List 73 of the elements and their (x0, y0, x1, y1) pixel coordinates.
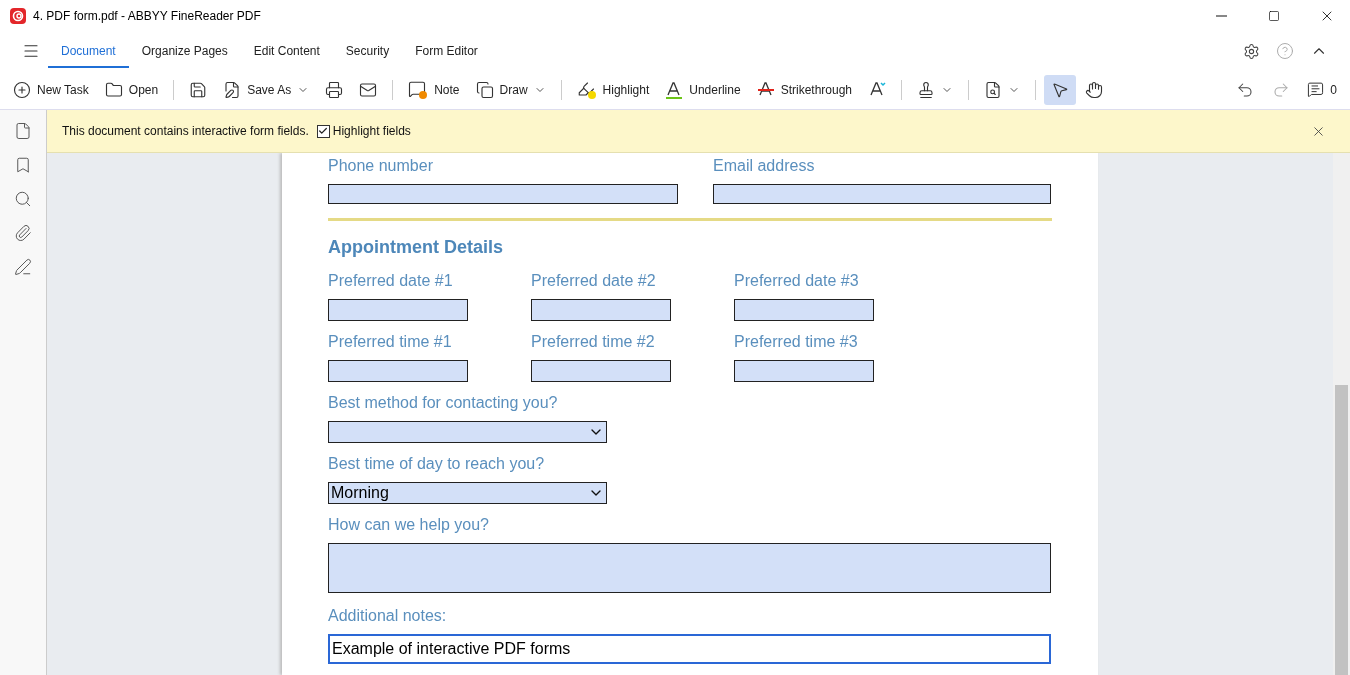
text-area-field[interactable] (328, 543, 1051, 593)
field-label: Preferred time #2 (531, 333, 656, 351)
field-label: Best time of day to reach you? (328, 455, 546, 473)
plus-circle-icon (13, 80, 31, 99)
redo-icon (1272, 80, 1291, 99)
field-label: Phone number (328, 157, 434, 175)
save-as-icon (223, 80, 242, 99)
ribbon-tab[interactable]: Edit Content (240, 34, 333, 68)
open-button[interactable]: Open (97, 74, 166, 105)
time-of-day-dropdown[interactable]: Morning (328, 482, 607, 504)
maximize-icon (1268, 10, 1280, 22)
date-input-field[interactable] (734, 299, 874, 321)
pointer-icon (1051, 80, 1069, 99)
field-label: Best method for contacting you? (328, 394, 559, 412)
ribbon-tab[interactable]: Document (48, 34, 129, 68)
overlapping-shapes-icon (475, 80, 494, 99)
stamp-icon (917, 80, 935, 99)
date-input-field[interactable] (328, 299, 468, 321)
underline-icon (665, 80, 684, 99)
ribbon-tab[interactable]: Security (332, 34, 403, 68)
field-label: Email address (713, 157, 816, 175)
text-input-field[interactable] (713, 184, 1051, 204)
help-icon (1276, 42, 1294, 60)
underline-button[interactable]: Underline (658, 74, 748, 105)
hand-icon (1085, 80, 1103, 99)
paperclip-icon (14, 224, 32, 242)
minimize-icon (1215, 15, 1227, 17)
checkmark-icon (318, 126, 329, 136)
scrollbar[interactable] (1333, 153, 1350, 675)
note-button[interactable]: Note (401, 74, 467, 105)
menu-icon (22, 42, 40, 60)
field-label: Preferred date #3 (734, 272, 860, 290)
comments-button[interactable]: 0 (1300, 74, 1344, 105)
field-label: Preferred date #2 (531, 272, 657, 290)
highlight-fields-checkbox[interactable]: Highlight fields (316, 124, 411, 138)
time-input-field[interactable] (734, 360, 874, 382)
strikethrough-button[interactable]: Strikethrough (749, 74, 859, 105)
highlight-button[interactable]: Highlight (569, 74, 657, 105)
field-label: Preferred date #1 (328, 272, 454, 290)
field-label: How can we help you? (328, 516, 490, 534)
bookmark-icon (14, 156, 32, 174)
settings-icon (1242, 42, 1260, 60)
notes-text-field[interactable]: Example of interactive PDF forms (328, 634, 1051, 664)
text-input-field[interactable] (328, 184, 678, 204)
field-label: Additional notes: (328, 607, 448, 625)
pen-icon (14, 258, 32, 276)
app-logo-icon (10, 8, 26, 24)
window-title: 4. PDF form.pdf - ABBYY FineReader PDF (33, 9, 261, 23)
section-title: Appointment Details (328, 237, 504, 258)
comment-icon (1307, 81, 1325, 98)
field-label: Preferred time #1 (328, 333, 453, 351)
time-input-field[interactable] (328, 360, 468, 382)
select-tool-button[interactable] (1044, 74, 1076, 105)
save-as-button[interactable]: Save As (216, 74, 317, 105)
printer-icon (325, 80, 344, 99)
highlighter-icon (576, 79, 597, 100)
new-task-button[interactable]: New Task (6, 74, 96, 105)
time-input-field[interactable] (531, 360, 671, 382)
speech-bubble-icon (408, 79, 429, 100)
envelope-icon (359, 80, 378, 99)
save-icon (189, 80, 208, 99)
ribbon-tab[interactable]: Form Editor (402, 34, 491, 68)
undo-icon (1236, 80, 1255, 99)
page-icon (14, 122, 32, 140)
field-label: Preferred time #3 (734, 333, 859, 351)
document-search-icon (984, 80, 1002, 99)
date-input-field[interactable] (531, 299, 671, 321)
draw-button[interactable]: Draw (468, 74, 553, 105)
search-icon (14, 190, 32, 208)
contact-method-dropdown[interactable] (328, 421, 607, 443)
ribbon-tab[interactable]: Organize Pages (128, 34, 241, 68)
banner-text: This document contains interactive form fields. (62, 124, 309, 138)
folder-icon (104, 80, 123, 99)
